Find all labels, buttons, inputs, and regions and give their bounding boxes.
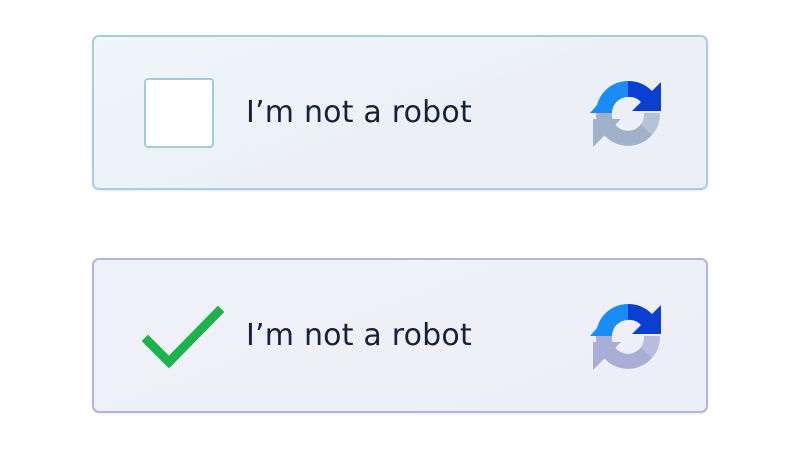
captcha-examples: I’m not a robot I’m not a robot: [0, 0, 800, 450]
recaptcha-logo-icon: [590, 80, 661, 147]
captcha-checkbox-unchecked[interactable]: [144, 78, 214, 148]
captcha-widget-unchecked: I’m not a robot: [92, 35, 708, 190]
captcha-widget-checked: I’m not a robot: [92, 258, 708, 413]
recaptcha-logo-icon: [590, 303, 661, 370]
captcha-label: I’m not a robot: [246, 318, 472, 353]
checkmark-icon[interactable]: [142, 304, 224, 374]
captcha-label: I’m not a robot: [246, 95, 472, 130]
